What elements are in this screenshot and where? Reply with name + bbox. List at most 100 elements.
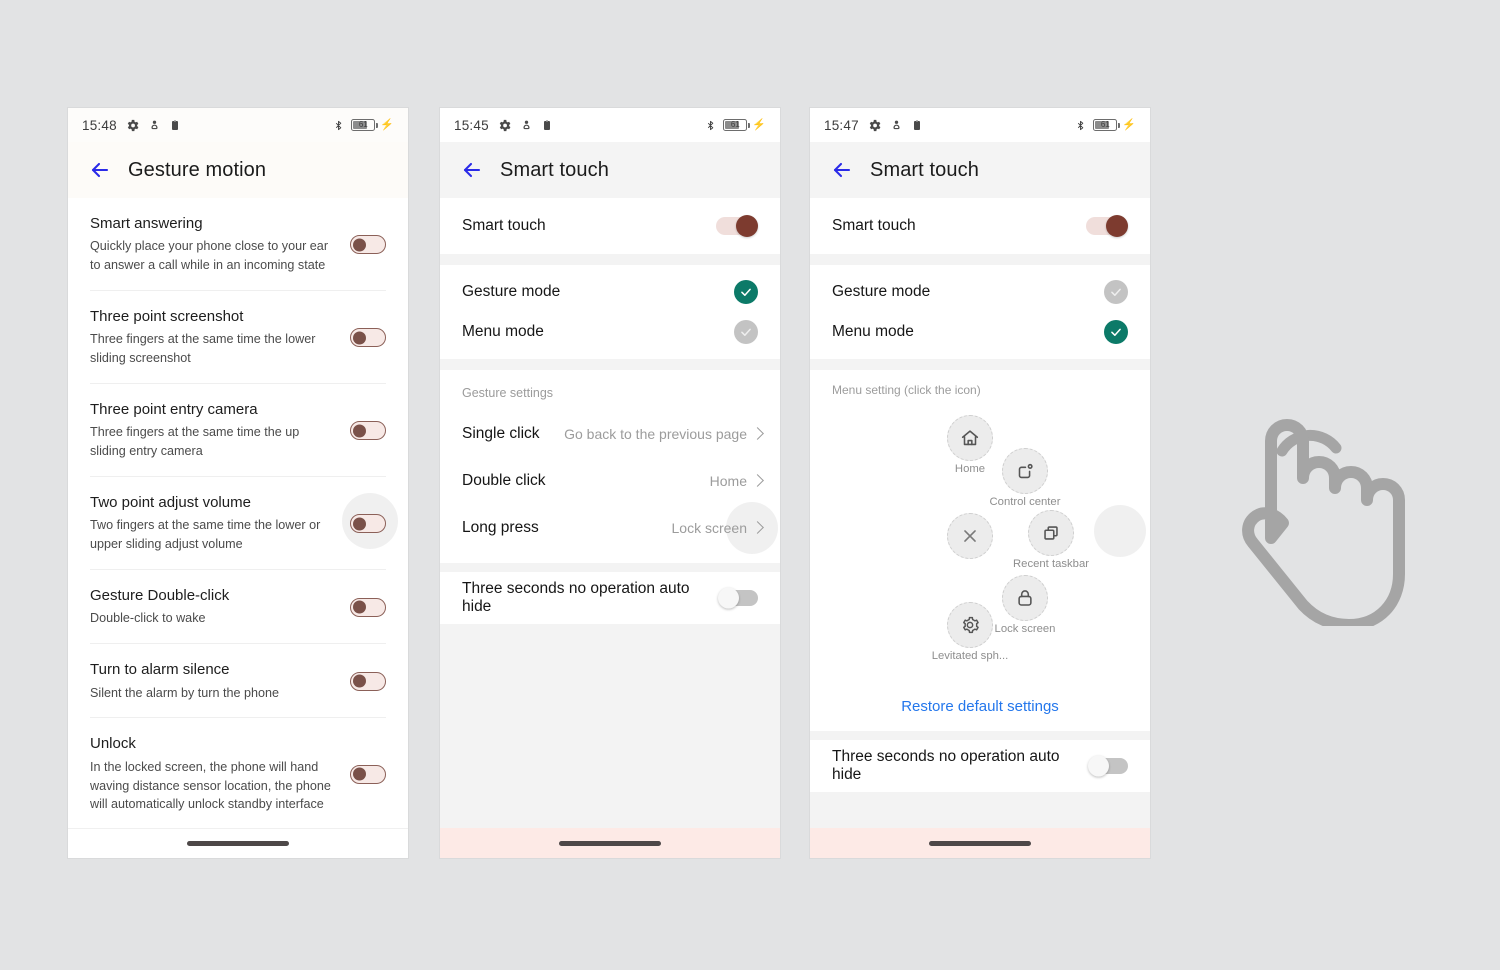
status-bar: 15:48 61 ⚡	[68, 108, 408, 142]
clipboard-icon	[913, 119, 920, 130]
mode-row-menu[interactable]: Menu mode	[810, 312, 1150, 359]
toggle-auto-hide[interactable]	[1088, 755, 1128, 777]
gear-icon	[499, 119, 511, 131]
toggle-three-point-screenshot[interactable]	[350, 328, 386, 348]
touch-ripple	[1094, 505, 1146, 557]
chevron-right-icon	[751, 521, 764, 534]
toggle-smart-touch[interactable]	[716, 215, 758, 237]
status-time: 15:45	[454, 117, 489, 133]
list-item-desc: Quickly place your phone close to your e…	[90, 239, 329, 273]
page-title: Smart touch	[870, 158, 979, 181]
chevron-right-icon	[751, 474, 764, 487]
gear-icon	[947, 602, 993, 648]
menu-setting-pane: Menu setting (click the icon) Home Contr…	[810, 370, 1150, 690]
checkmark-menu-mode[interactable]	[734, 319, 758, 344]
status-bar: 15:45 61 ⚡	[440, 108, 780, 142]
menu-icon-label: Control center	[989, 496, 1061, 508]
battery-icon: 61	[723, 119, 750, 131]
smart-touch-master-row[interactable]: Smart touch	[440, 198, 780, 254]
gesture-settings-list: Smart answering Quickly place your phone…	[68, 198, 408, 828]
smart-touch-master-row[interactable]: Smart touch	[810, 198, 1150, 254]
gesture-row-single-click[interactable]: Single click Go back to the previous pag…	[440, 410, 780, 457]
checkmark-gesture-mode[interactable]	[1104, 279, 1128, 304]
list-item[interactable]: Three point entry camera Three fingers a…	[90, 384, 386, 478]
checkmark-menu-mode[interactable]	[1104, 319, 1128, 344]
charging-bolt-icon: ⚡	[1122, 118, 1136, 131]
phone-screen-smart-touch-menu: 15:47 61 ⚡ Smart touch Smart touch Gestu…	[810, 108, 1150, 858]
status-bar-right: 61 ⚡	[705, 118, 766, 133]
phone-screen-gesture-motion: 15:48 61 ⚡ Gesture motion Smart answerin…	[68, 108, 408, 858]
status-bar-left: 15:48	[82, 118, 181, 133]
mode-row-menu[interactable]: Menu mode	[440, 312, 780, 359]
restore-default-settings-button[interactable]: Restore default settings	[810, 690, 1150, 731]
auto-hide-row[interactable]: Three seconds no operation auto hide	[440, 572, 780, 624]
status-bar-left: 15:47	[824, 118, 923, 133]
gesture-value: Go back to the previous page	[564, 425, 747, 442]
battery-percent: 61	[730, 120, 740, 129]
menu-icon-recent-taskbar[interactable]: Recent taskbar	[1013, 510, 1089, 570]
screenshot-stage: 15:48 61 ⚡ Gesture motion Smart answerin…	[0, 0, 1500, 970]
list-item-desc: In the locked screen, the phone will han…	[90, 759, 331, 812]
status-time: 15:47	[824, 117, 859, 133]
toggle-smart-answering[interactable]	[350, 235, 386, 255]
auto-hide-row[interactable]: Three seconds no operation auto hide	[810, 740, 1150, 792]
list-item-desc: Two fingers at the same time the lower o…	[90, 518, 321, 552]
checkmark-gesture-mode[interactable]	[734, 279, 758, 304]
list-item[interactable]: Smart answering Quickly place your phone…	[90, 198, 386, 292]
hand-tap-cursor-icon	[1242, 419, 1405, 626]
menu-icon-label: Recent taskbar	[1013, 558, 1089, 570]
home-icon	[947, 415, 993, 461]
menu-icon-levitated-sphere[interactable]: Levitated sph...	[932, 602, 1008, 662]
list-item[interactable]: Two point adjust volume Two fingers at t…	[90, 477, 398, 571]
back-arrow-icon[interactable]	[830, 158, 854, 182]
toggle-gesture-double-click[interactable]	[350, 597, 386, 617]
back-arrow-icon[interactable]	[460, 158, 484, 182]
settings-scroll-area[interactable]: Smart touch Gesture mode Menu mode Gestu…	[440, 198, 780, 828]
gesture-row-long-press[interactable]: Long press Lock screen	[440, 502, 780, 554]
list-item-desc: Silent the alarm by turn the phone	[90, 685, 280, 700]
charging-bolt-icon: ⚡	[380, 118, 394, 131]
section-divider	[440, 254, 780, 265]
toggle-unlock[interactable]	[350, 764, 386, 784]
back-arrow-icon[interactable]	[88, 158, 112, 182]
toggle-three-point-entry-camera[interactable]	[350, 421, 386, 441]
menu-setting-hint: Menu setting (click the icon)	[832, 383, 981, 397]
menu-icon-close[interactable]	[947, 513, 993, 559]
home-gesture-pill[interactable]	[187, 841, 289, 846]
mode-label-gesture: Gesture mode	[462, 282, 561, 300]
toggle-auto-hide[interactable]	[718, 587, 758, 609]
gesture-name: Double click	[462, 471, 546, 489]
clipboard-icon	[171, 119, 178, 130]
status-bar-right: 61 ⚡	[1075, 118, 1136, 133]
data-saver-icon	[151, 120, 158, 129]
lock-icon	[1002, 575, 1048, 621]
home-gesture-pill[interactable]	[559, 840, 661, 846]
settings-scroll-area[interactable]: Smart answering Quickly place your phone…	[68, 198, 408, 828]
control-center-icon	[1002, 448, 1048, 494]
list-item[interactable]: Gesture Double-click Double-click to wak…	[90, 570, 386, 645]
list-item[interactable]: Turn to alarm silence Silent the alarm b…	[90, 644, 386, 719]
menu-icon-home[interactable]: Home	[947, 415, 993, 475]
settings-scroll-area[interactable]: Smart touch Gesture mode Menu mode Menu …	[810, 198, 1150, 828]
list-item-title: Unlock	[90, 735, 136, 753]
smart-touch-master-label: Smart touch	[462, 217, 546, 234]
home-gesture-pill[interactable]	[929, 840, 1031, 846]
mode-row-gesture[interactable]: Gesture mode	[810, 265, 1150, 312]
toggle-smart-touch[interactable]	[1086, 215, 1128, 237]
menu-icon-lock-screen[interactable]: Lock screen	[995, 575, 1055, 635]
list-item[interactable]: Unlock In the locked screen, the phone w…	[90, 718, 386, 828]
list-item-desc: Double-click to wake	[90, 611, 206, 626]
toggle-turn-to-alarm-silence[interactable]	[350, 671, 386, 691]
menu-icon-label: Levitated sph...	[931, 650, 1009, 662]
list-item[interactable]: Three point screenshot Three fingers at …	[90, 291, 386, 385]
gear-icon	[869, 119, 881, 131]
toggle-two-point-adjust-volume[interactable]	[350, 514, 386, 534]
gesture-row-double-click[interactable]: Double click Home	[440, 457, 780, 504]
menu-icon-control-center[interactable]: Control center	[990, 448, 1060, 508]
battery-percent: 61	[1100, 120, 1110, 129]
list-item-title: Two point adjust volume	[90, 494, 251, 512]
clipboard-icon	[543, 119, 550, 130]
mode-row-gesture[interactable]: Gesture mode	[440, 265, 780, 312]
menu-icon-label: Lock screen	[994, 623, 1056, 635]
battery-icon: 61	[351, 119, 378, 131]
